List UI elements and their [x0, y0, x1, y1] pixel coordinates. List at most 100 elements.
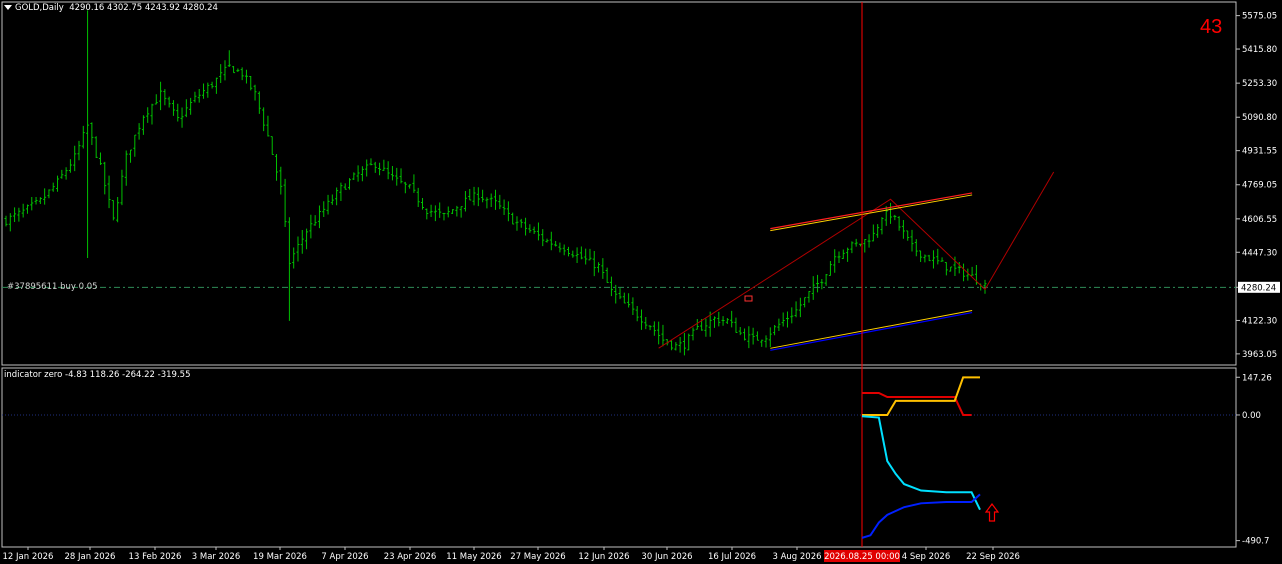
ohlc-bar — [73, 145, 77, 172]
ohlc-bar — [854, 238, 858, 247]
ohlc-bar — [515, 216, 519, 231]
price-tick-label: 4606.55 — [1242, 215, 1277, 225]
ohlc-bar — [459, 206, 463, 218]
ohlc-bar — [876, 224, 880, 238]
indicator-series-line — [861, 415, 981, 511]
ohlc-bar — [721, 316, 725, 326]
ohlc-bar — [841, 249, 845, 259]
counter-number: 43 — [1200, 16, 1223, 38]
position-label[interactable]: #37895611 buy 0.05 — [7, 282, 98, 292]
main-panel-frame — [1, 1, 1237, 366]
ohlc-bar — [214, 77, 218, 94]
ohlc-bar — [438, 202, 442, 218]
ohlc-bar — [687, 333, 691, 351]
ohlc-bar — [34, 196, 38, 205]
ohlc-bar — [154, 94, 158, 105]
ohlc-bar — [927, 254, 931, 262]
indicator-tick-label: -490.7 — [1242, 537, 1269, 547]
ohlc-bar — [846, 247, 850, 262]
current-price-label: 4280.24 — [1241, 283, 1276, 293]
price-tick-label: 5253.30 — [1242, 79, 1277, 89]
ohlc-bar — [949, 266, 953, 272]
ohlc-bar — [931, 250, 935, 269]
ohlc-bars — [4, 10, 987, 356]
ohlc-bar — [197, 89, 201, 103]
ohlc-bar — [120, 169, 124, 206]
chart-canvas[interactable]: 5575.05 5415.80 5253.30 5090.80 4931.55 4769.… — [0, 0, 1282, 564]
channel-lower-line — [770, 311, 973, 351]
price-tick-label: 4931.55 — [1242, 147, 1277, 157]
ohlc-bar — [322, 201, 326, 218]
ohlc-bar — [287, 217, 291, 321]
ohlc-bar — [489, 193, 493, 208]
ohlc-bar — [43, 188, 47, 205]
ohlc-bar — [4, 215, 8, 227]
ohlc-bar — [13, 207, 17, 223]
ohlc-bar — [511, 212, 515, 225]
indicator-series-line — [861, 493, 981, 539]
ohlc-bar — [184, 99, 188, 118]
ohlc-bar — [498, 194, 502, 210]
ohlc-bar — [562, 244, 566, 256]
ohlc-bar — [674, 342, 678, 351]
ohlc-bar — [592, 250, 596, 277]
ohlc-bar — [618, 288, 622, 300]
ohlc-bar — [382, 159, 386, 171]
ohlc-bar — [330, 194, 334, 205]
ohlc-bar — [176, 103, 180, 122]
ohlc-bar — [944, 262, 948, 276]
symbol-header: GOLD,Daily 4290.16 4302.75 4243.92 4280.… — [4, 3, 218, 13]
ohlc-bar — [605, 267, 609, 283]
ohlc-bar — [524, 217, 528, 236]
ohlc-bar — [360, 166, 364, 182]
ohlc-bar — [970, 266, 974, 276]
ohlc-bar — [257, 91, 261, 114]
ohlc-bar — [77, 140, 81, 161]
ohlc-bar — [60, 169, 64, 179]
ohlc-bar — [472, 186, 476, 206]
ohlc-bar — [210, 81, 214, 89]
ohlc-bar — [395, 167, 399, 186]
ohlc-bar — [609, 276, 613, 297]
ohlc-bar — [777, 318, 781, 332]
ohlc-bar — [867, 234, 871, 248]
ohlc-bar — [627, 293, 631, 308]
menu-triangle-icon[interactable] — [4, 5, 12, 10]
ohlc-bar — [64, 167, 68, 180]
indicator-series-line — [862, 391, 972, 416]
ohlc-bar — [429, 204, 433, 217]
ohlc-bar — [86, 10, 90, 258]
ohlc-bar — [227, 50, 231, 68]
ohlc-bar — [232, 66, 236, 74]
ohlc-bar — [296, 236, 300, 262]
ohlc-bar — [764, 335, 768, 348]
ohlc-bar — [343, 183, 347, 190]
ohlc-bar — [433, 205, 437, 222]
ohlc-bar — [373, 161, 377, 173]
ohlc-bar — [47, 189, 51, 199]
ohlc-bar — [30, 196, 34, 211]
ohlc-bar — [386, 161, 390, 180]
ohlc-bar — [747, 326, 751, 349]
ohlc-bar — [730, 310, 734, 328]
time-tick-label: 22 Sep 2026 — [966, 552, 1020, 562]
ohlc-bar — [266, 115, 270, 137]
ohlc-bar — [940, 257, 944, 262]
ohlc-bar — [597, 262, 601, 273]
ohlc-bar — [390, 165, 394, 181]
ohlc-bar — [279, 166, 283, 195]
ohlc-bar — [326, 194, 330, 215]
ohlc-bar — [837, 251, 841, 263]
ohlc-bar — [275, 154, 279, 181]
ohlc-bar — [678, 336, 682, 353]
ohlc-bar — [313, 215, 317, 226]
ohlc-bar — [494, 189, 497, 210]
ohlc-bar — [816, 274, 820, 293]
time-tick-label: 23 Apr 2026 — [384, 552, 437, 562]
time-tick-label: 7 Apr 2026 — [321, 552, 368, 562]
ohlc-bar — [914, 239, 918, 257]
ohlc-bar — [163, 89, 167, 106]
ohlc-bar — [751, 327, 755, 345]
ohlc-bar — [412, 174, 416, 193]
ohlc-bar — [146, 107, 150, 123]
